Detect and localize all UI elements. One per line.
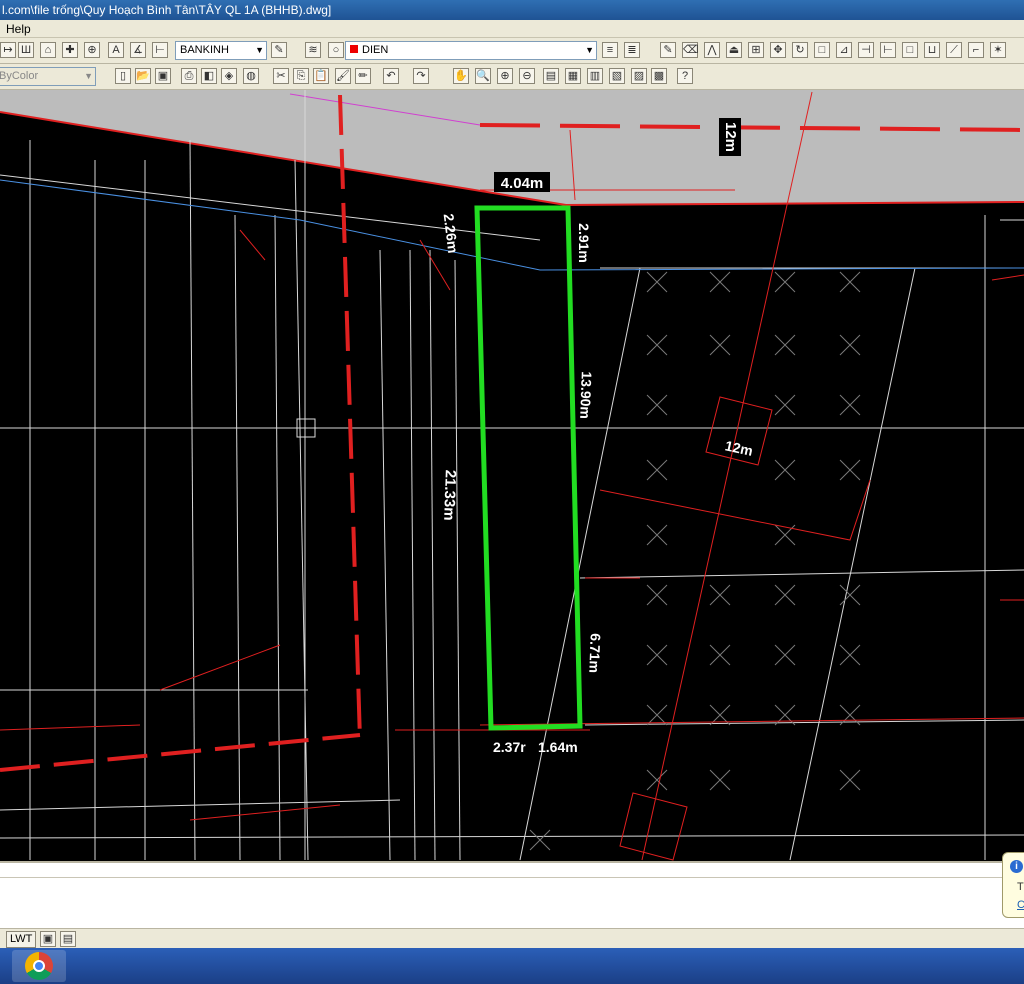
offset-icon[interactable]: ⏏ — [726, 42, 742, 58]
layer-states-icon[interactable]: ≣ — [624, 42, 640, 58]
chrome-icon — [25, 952, 53, 980]
layer-previous-icon[interactable]: ≡ — [602, 42, 618, 58]
rotate-icon[interactable]: ↻ — [792, 42, 808, 58]
model-icon[interactable]: ▣ — [40, 931, 56, 947]
block-editor-icon[interactable]: ✏ — [355, 68, 371, 84]
layer-dropdown[interactable]: DIEN ▼ — [345, 41, 597, 60]
dim-left-total: 21.33m — [440, 469, 459, 520]
toolbar-row-2: ByColor ▼ ▯ 📂 ▣ ⎙ ◧ ◈ ◍ ✂ ⎘ 📋 🖌 ✏ ↶ ↷ ✋ … — [0, 64, 1024, 90]
new-file-icon[interactable]: ▯ — [115, 68, 131, 84]
design-center-icon[interactable]: ▦ — [565, 68, 581, 84]
paste-icon[interactable]: 📋 — [313, 68, 329, 84]
globe-icon[interactable]: ◍ — [243, 68, 259, 84]
save-icon[interactable]: ▣ — [155, 68, 171, 84]
matchprop-icon[interactable]: 🖌 — [335, 68, 351, 84]
pencil-icon[interactable]: ✎ — [660, 42, 676, 58]
popup-link[interactable]: C — [1017, 899, 1024, 911]
zoom-realtime-icon[interactable]: 🔍 — [475, 68, 491, 84]
taskbar-chrome-button[interactable] — [12, 950, 66, 982]
array-icon[interactable]: ⊞ — [748, 42, 764, 58]
dim-left-front: 2.26m — [441, 213, 462, 254]
markup-icon[interactable]: ▨ — [631, 68, 647, 84]
scale-icon[interactable]: □ — [814, 42, 830, 58]
chamfer-icon[interactable]: ⟋ — [946, 42, 962, 58]
trim-icon[interactable]: ⊣ — [858, 42, 874, 58]
ortho-icon[interactable]: ⌂ — [40, 42, 56, 58]
layer-value: DIEN — [362, 44, 389, 56]
copy-icon[interactable]: ⎘ — [293, 68, 309, 84]
properties-icon[interactable]: ▤ — [543, 68, 559, 84]
layer-manager-icon[interactable]: ≋ — [305, 42, 321, 58]
sheet-set-icon[interactable]: ▧ — [609, 68, 625, 84]
zoom-previous-icon[interactable]: ⊖ — [519, 68, 535, 84]
dimstyle-dropdown[interactable]: BANKINH ▼ — [175, 41, 267, 60]
info-icon: i — [1010, 860, 1023, 873]
color-value: ByColor — [0, 70, 39, 82]
stretch-icon[interactable]: ⊿ — [836, 42, 852, 58]
grid-icon[interactable]: Ш — [18, 42, 34, 58]
dim-bottom-right: 1.64m — [538, 739, 578, 755]
chevron-down-icon: ▼ — [585, 45, 594, 55]
fillet-icon[interactable]: ⌐ — [968, 42, 984, 58]
status-bar: LWT ▣ ▤ — [0, 928, 1024, 948]
color-dropdown[interactable]: ByColor ▼ — [0, 67, 96, 86]
pan-icon[interactable]: ✋ — [453, 68, 469, 84]
redo-icon[interactable]: ↷ — [413, 68, 429, 84]
text-icon[interactable]: A — [108, 42, 124, 58]
erase-icon[interactable]: ⌫ — [682, 42, 699, 58]
dim-right-rear: 6.71m — [586, 633, 603, 673]
zoom-window-icon[interactable]: ⊕ — [497, 68, 513, 84]
chevron-down-icon: ▼ — [84, 71, 93, 81]
window-title: l.com\file trống\Quy Hoạch Bình Tân\TÂY … — [2, 3, 332, 17]
menu-help[interactable]: Help — [0, 22, 37, 36]
dim-road-top: 12m — [722, 122, 739, 152]
dim-top-width: 4.04m — [501, 175, 544, 192]
snap-icon[interactable]: ↦ — [0, 42, 16, 58]
publish-icon[interactable]: ◈ — [221, 68, 237, 84]
lwt-toggle[interactable]: LWT — [6, 931, 37, 948]
dim-edit-icon[interactable]: ✎ — [271, 42, 287, 58]
help-icon[interactable]: ? — [677, 68, 693, 84]
undo-icon[interactable]: ↶ — [383, 68, 399, 84]
drawing-canvas[interactable]: 4.04m 2.26m 2.91m 13.90m 21.33m 6.71m 2.… — [0, 90, 1024, 861]
dimstyle-value: BANKINH — [180, 44, 229, 56]
break-icon[interactable]: □ — [902, 42, 918, 58]
command-line-area[interactable] — [0, 861, 1024, 928]
dim-bottom-left: 2.37r — [493, 739, 526, 755]
layout-icon[interactable]: ▤ — [60, 931, 76, 947]
move-icon[interactable]: ✥ — [770, 42, 786, 58]
info-balloon[interactable]: i T C — [1002, 852, 1024, 918]
popup-text-1: T — [1017, 881, 1024, 893]
join-icon[interactable]: ⊔ — [924, 42, 940, 58]
chevron-down-icon: ▼ — [255, 45, 264, 55]
dim-right-front: 2.91m — [576, 223, 592, 263]
dimstyle-icon[interactable]: ⊢ — [152, 42, 168, 58]
calculator-icon[interactable]: ▩ — [651, 68, 667, 84]
tool-palettes-icon[interactable]: ▥ — [587, 68, 603, 84]
mirror-icon[interactable]: ⋀ — [704, 42, 720, 58]
windows-taskbar — [0, 948, 1024, 984]
dim-icon[interactable]: ∡ — [130, 42, 146, 58]
command-line-separator — [0, 877, 1024, 878]
print-icon[interactable]: ⎙ — [181, 68, 197, 84]
cad-drawing[interactable]: 4.04m 2.26m 2.91m 13.90m 21.33m 6.71m 2.… — [0, 90, 1024, 861]
menu-bar: Help — [0, 20, 1024, 38]
bulb-icon[interactable]: ○ — [328, 42, 344, 58]
cut-icon[interactable]: ✂ — [273, 68, 289, 84]
extend-icon[interactable]: ⊢ — [880, 42, 896, 58]
toolbar-row-1: ↦ Ш ⌂ ✚ ⊕ A ∡ ⊢ BANKINH ▼ ✎ ≋ ○ DIEN ▼ ≡… — [0, 38, 1024, 64]
dim-road-right: 12m — [724, 437, 755, 458]
layer-color-swatch — [350, 45, 358, 53]
dim-right-middle: 13.90m — [577, 371, 595, 419]
preview-icon[interactable]: ◧ — [201, 68, 217, 84]
polar-icon[interactable]: ✚ — [62, 42, 78, 58]
open-folder-icon[interactable]: 📂 — [135, 68, 151, 84]
explode-icon[interactable]: ✶ — [990, 42, 1006, 58]
lot-outline[interactable] — [474, 205, 583, 731]
window-title-bar: l.com\file trống\Quy Hoạch Bình Tân\TÂY … — [0, 0, 1024, 20]
osnap-icon[interactable]: ⊕ — [84, 42, 100, 58]
